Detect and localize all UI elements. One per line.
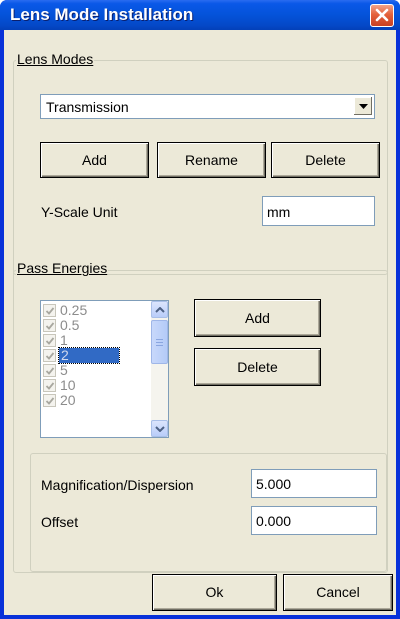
checkbox-icon[interactable] [43, 304, 56, 317]
add-lens-mode-label: Add [82, 152, 107, 168]
scroll-thumb[interactable] [151, 320, 168, 364]
delete-pass-energy-button[interactable]: Delete [194, 348, 321, 386]
scroll-up-button[interactable] [151, 301, 168, 318]
pass-energy-item-label: 5 [60, 362, 68, 378]
dialog-window: Lens Mode Installation Lens Modes Transm… [0, 0, 400, 619]
cancel-button[interactable]: Cancel [283, 574, 393, 611]
add-pass-energy-button[interactable]: Add [194, 299, 321, 337]
pass-energy-item-label: 10 [60, 377, 76, 393]
magnification-dispersion-label: Magnification/Dispersion [41, 477, 194, 493]
delete-lens-mode-button[interactable]: Delete [271, 142, 380, 178]
close-button[interactable] [370, 4, 394, 27]
add-pass-energy-label: Add [245, 310, 270, 326]
delete-lens-mode-label: Delete [305, 152, 346, 168]
pass-energy-item[interactable]: 10 [43, 378, 148, 393]
lens-mode-selected-value: Transmission [46, 99, 129, 115]
checkbox-icon[interactable] [43, 319, 56, 332]
offset-input[interactable]: 0.000 [251, 506, 377, 535]
cancel-label: Cancel [316, 584, 360, 600]
scroll-down-button[interactable] [151, 420, 168, 437]
close-icon [375, 8, 389, 22]
pass-energy-item-label: 0.25 [60, 302, 88, 318]
add-lens-mode-button[interactable]: Add [40, 142, 149, 178]
pass-energy-item[interactable]: 1 [43, 333, 148, 348]
pass-energy-item[interactable]: 5 [43, 363, 148, 378]
magnification-dispersion-input[interactable]: 5.000 [251, 469, 377, 498]
delete-pass-energy-label: Delete [237, 359, 278, 375]
yscale-unit-input[interactable]: mm [262, 196, 375, 226]
checkbox-icon[interactable] [43, 349, 56, 362]
pass-energy-item-label: 2 [58, 347, 120, 364]
checkbox-icon[interactable] [43, 379, 56, 392]
pass-energy-item[interactable]: 0.25 [43, 303, 148, 318]
rename-lens-mode-button[interactable]: Rename [157, 142, 266, 178]
lens-modes-group-label: Lens Modes [16, 51, 95, 67]
yscale-unit-label: Y-Scale Unit [41, 204, 118, 220]
pass-energy-item[interactable]: 0.5 [43, 318, 148, 333]
pass-energy-item-label: 1 [60, 332, 68, 348]
window-title: Lens Mode Installation [10, 5, 194, 24]
scroll-down-icon [155, 426, 165, 432]
pass-energy-item-label: 0.5 [60, 317, 80, 333]
lens-mode-select[interactable]: Transmission [40, 94, 375, 119]
dialog-client-area: Lens Modes Transmission Add Rename Delet… [4, 30, 396, 615]
pass-energy-item-label: 20 [60, 392, 76, 408]
pass-energy-item[interactable]: 20 [43, 393, 148, 408]
checkbox-icon[interactable] [43, 364, 56, 377]
pass-energy-scrollbar[interactable] [151, 301, 168, 437]
ok-button[interactable]: Ok [152, 574, 277, 611]
pass-energy-list[interactable]: 0.25 0.5 1 2 5 10 20 [40, 300, 169, 438]
offset-label: Offset [41, 514, 79, 530]
scroll-up-icon [155, 307, 165, 313]
checkbox-icon[interactable] [43, 394, 56, 407]
pass-energy-item[interactable]: 2 [43, 347, 148, 364]
title-bar[interactable]: Lens Mode Installation [0, 0, 400, 30]
pass-energies-group-label: Pass Energies [16, 260, 109, 276]
lens-mode-dropdown-button[interactable] [353, 96, 373, 116]
rename-lens-mode-label: Rename [185, 152, 238, 168]
checkbox-icon[interactable] [43, 334, 56, 347]
dropdown-arrow-icon [359, 104, 368, 109]
ok-label: Ok [205, 584, 224, 600]
